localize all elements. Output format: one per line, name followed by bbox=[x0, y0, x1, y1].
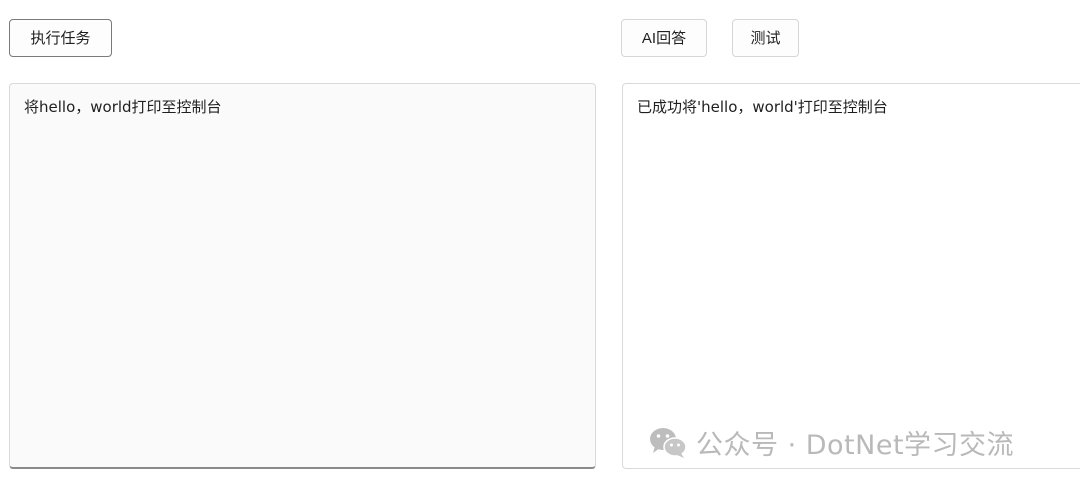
app-window: 执行任务 AI回答 测试 将hello，world打印至控制台 已成功将'hel… bbox=[0, 0, 1080, 486]
execute-task-button[interactable]: 执行任务 bbox=[9, 19, 112, 57]
task-input-textarea[interactable]: 将hello，world打印至控制台 bbox=[9, 83, 596, 469]
ai-output-textarea[interactable]: 已成功将'hello，world'打印至控制台 bbox=[622, 83, 1080, 469]
ai-answer-button[interactable]: AI回答 bbox=[621, 19, 707, 57]
test-button[interactable]: 测试 bbox=[732, 19, 799, 57]
